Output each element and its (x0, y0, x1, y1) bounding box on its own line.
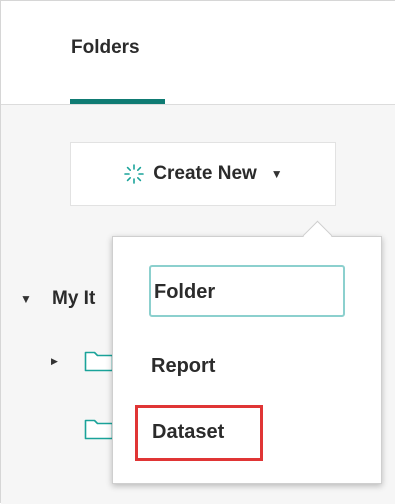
sparkle-icon (124, 164, 145, 184)
header: Folders (1, 1, 395, 105)
tree-root-label[interactable]: My It (52, 288, 95, 310)
folder-icon (84, 419, 114, 440)
create-new-menu: Folder Report Dataset (112, 236, 382, 484)
caret-right-icon[interactable]: ▶ (51, 356, 58, 367)
menu-item-report[interactable]: Report (151, 355, 215, 378)
menu-item-folder[interactable]: Folder (149, 265, 345, 317)
folder-icon (84, 351, 114, 372)
create-new-label: Create New (153, 163, 257, 184)
caret-down-icon[interactable]: ▼ (20, 292, 32, 306)
active-tab-indicator (70, 99, 165, 104)
tab-folders[interactable]: Folders (71, 37, 140, 59)
caret-down-icon: ▼ (270, 167, 283, 181)
menu-item-dataset[interactable]: Dataset (135, 405, 263, 461)
create-new-button[interactable]: Create New ▼ (70, 142, 336, 206)
